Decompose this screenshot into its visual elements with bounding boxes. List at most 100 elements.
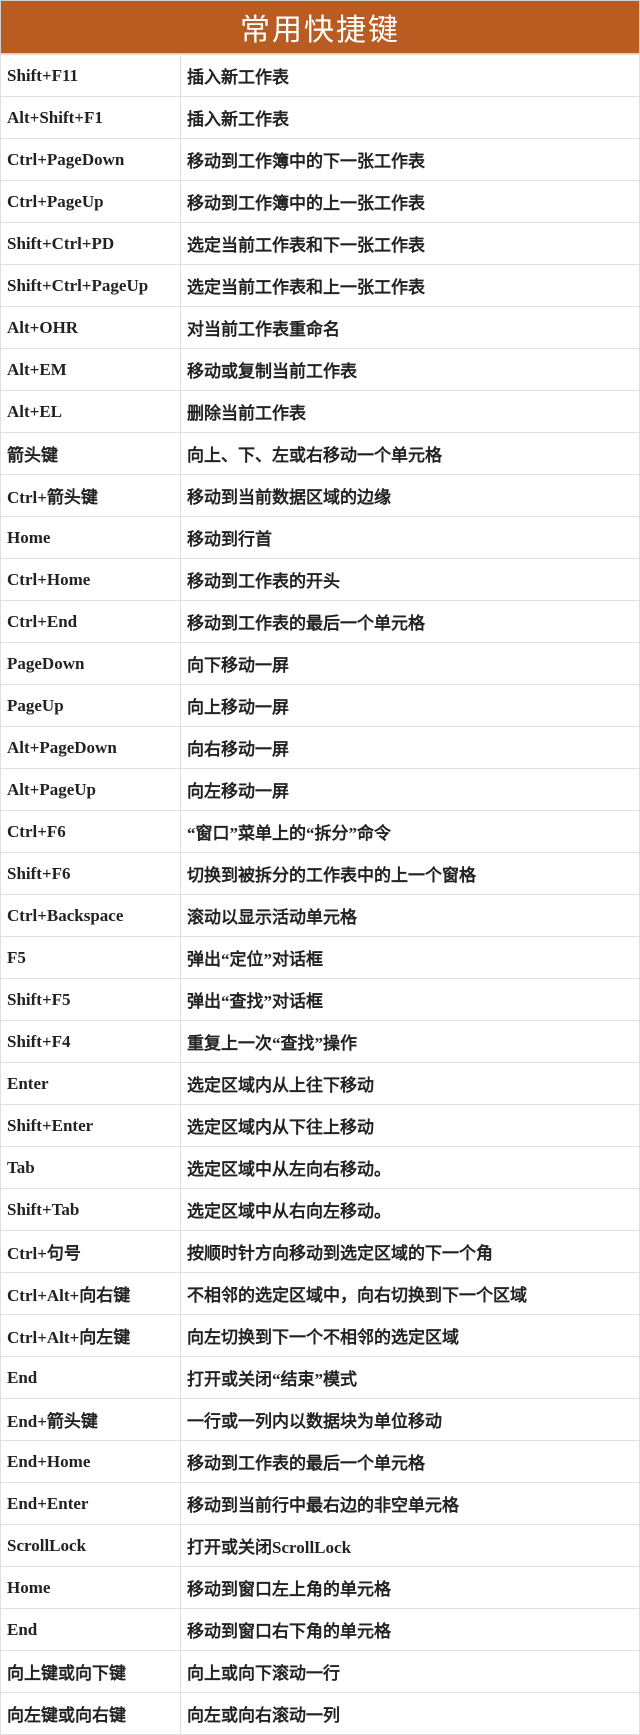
table-row: Ctrl+End移动到工作表的最后一个单元格 bbox=[1, 601, 640, 643]
shortcut-description: 移动到工作簿中的上一张工作表 bbox=[181, 181, 640, 223]
shortcut-description: 向左移动一屏 bbox=[181, 769, 640, 811]
table-row: 向上键或向下键向上或向下滚动一行 bbox=[1, 1651, 640, 1693]
shortcut-description: 移动到窗口右下角的单元格 bbox=[181, 1609, 640, 1651]
shortcut-key: Home bbox=[1, 1567, 181, 1609]
shortcut-description: 按顺时针方向移动到选定区域的下一个角 bbox=[181, 1231, 640, 1273]
shortcut-key: Shift+Enter bbox=[1, 1105, 181, 1147]
shortcut-description: 插入新工作表 bbox=[181, 97, 640, 139]
table-title: 常用快捷键 bbox=[0, 0, 640, 54]
shortcut-key: ScrollLock bbox=[1, 1525, 181, 1567]
shortcut-description: 向左或向右滚动一列 bbox=[181, 1693, 640, 1735]
shortcut-key: Ctrl+Alt+向左键 bbox=[1, 1315, 181, 1357]
shortcut-description: 向左切换到下一个不相邻的选定区域 bbox=[181, 1315, 640, 1357]
table-row: Ctrl+Home移动到工作表的开头 bbox=[1, 559, 640, 601]
table-row: End+Home移动到工作表的最后一个单元格 bbox=[1, 1441, 640, 1483]
shortcut-key: Shift+Ctrl+PD bbox=[1, 223, 181, 265]
table-row: 箭头键向上、下、左或右移动一个单元格 bbox=[1, 433, 640, 475]
table-row: F5弹出“定位”对话框 bbox=[1, 937, 640, 979]
shortcut-key: Ctrl+句号 bbox=[1, 1231, 181, 1273]
shortcut-description: 移动或复制当前工作表 bbox=[181, 349, 640, 391]
shortcut-description: 不相邻的选定区域中，向右切换到下一个区域 bbox=[181, 1273, 640, 1315]
shortcut-key: End bbox=[1, 1609, 181, 1651]
table-row: PageUp向上移动一屏 bbox=[1, 685, 640, 727]
table-row: End打开或关闭“结束”模式 bbox=[1, 1357, 640, 1399]
shortcut-description: 对当前工作表重命名 bbox=[181, 307, 640, 349]
shortcut-key: Alt+EL bbox=[1, 391, 181, 433]
table-row: Alt+Shift+F1插入新工作表 bbox=[1, 97, 640, 139]
table-row: Alt+PageUp向左移动一屏 bbox=[1, 769, 640, 811]
shortcut-description: 选定区域内从上往下移动 bbox=[181, 1063, 640, 1105]
shortcut-key: Ctrl+Alt+向右键 bbox=[1, 1273, 181, 1315]
shortcut-description: 插入新工作表 bbox=[181, 55, 640, 97]
shortcut-key: End bbox=[1, 1357, 181, 1399]
shortcut-description: 打开或关闭“结束”模式 bbox=[181, 1357, 640, 1399]
table-row: Enter选定区域内从上往下移动 bbox=[1, 1063, 640, 1105]
shortcut-description: 移动到当前数据区域的边缘 bbox=[181, 475, 640, 517]
shortcut-key: Shift+Tab bbox=[1, 1189, 181, 1231]
table-row: Shift+F4重复上一次“查找”操作 bbox=[1, 1021, 640, 1063]
shortcut-description: 向下移动一屏 bbox=[181, 643, 640, 685]
table-row: Shift+Ctrl+PD选定当前工作表和下一张工作表 bbox=[1, 223, 640, 265]
shortcut-description: 移动到工作表的开头 bbox=[181, 559, 640, 601]
shortcut-key: Enter bbox=[1, 1063, 181, 1105]
shortcut-description: 打开或关闭ScrollLock bbox=[181, 1525, 640, 1567]
shortcut-key: Alt+EM bbox=[1, 349, 181, 391]
shortcut-description: 移动到工作表的最后一个单元格 bbox=[181, 601, 640, 643]
table-row: Alt+OHR对当前工作表重命名 bbox=[1, 307, 640, 349]
shortcut-key: End+箭头键 bbox=[1, 1399, 181, 1441]
shortcut-table: Shift+F11插入新工作表Alt+Shift+F1插入新工作表Ctrl+Pa… bbox=[0, 54, 640, 1735]
shortcut-key: Ctrl+F6 bbox=[1, 811, 181, 853]
shortcut-key: Shift+F4 bbox=[1, 1021, 181, 1063]
shortcut-key: 向上键或向下键 bbox=[1, 1651, 181, 1693]
shortcut-key: Alt+Shift+F1 bbox=[1, 97, 181, 139]
table-row: 向左键或向右键向左或向右滚动一列 bbox=[1, 1693, 640, 1735]
shortcut-description: 滚动以显示活动单元格 bbox=[181, 895, 640, 937]
shortcut-key: End+Enter bbox=[1, 1483, 181, 1525]
table-row: Shift+F11插入新工作表 bbox=[1, 55, 640, 97]
shortcut-description: 删除当前工作表 bbox=[181, 391, 640, 433]
table-row: Ctrl+句号按顺时针方向移动到选定区域的下一个角 bbox=[1, 1231, 640, 1273]
shortcut-description: 移动到当前行中最右边的非空单元格 bbox=[181, 1483, 640, 1525]
shortcut-key: Ctrl+箭头键 bbox=[1, 475, 181, 517]
table-row: Alt+EL删除当前工作表 bbox=[1, 391, 640, 433]
table-row: Tab选定区域中从左向右移动。 bbox=[1, 1147, 640, 1189]
shortcut-key: 箭头键 bbox=[1, 433, 181, 475]
shortcut-description: 选定区域中从右向左移动。 bbox=[181, 1189, 640, 1231]
shortcut-description: “窗口”菜单上的“拆分”命令 bbox=[181, 811, 640, 853]
table-row: Shift+Enter选定区域内从下往上移动 bbox=[1, 1105, 640, 1147]
table-row: Shift+Ctrl+PageUp选定当前工作表和上一张工作表 bbox=[1, 265, 640, 307]
shortcut-key: 向左键或向右键 bbox=[1, 1693, 181, 1735]
shortcut-description: 移动到行首 bbox=[181, 517, 640, 559]
shortcut-description: 向上、下、左或右移动一个单元格 bbox=[181, 433, 640, 475]
shortcut-key: Shift+F11 bbox=[1, 55, 181, 97]
shortcut-key: PageUp bbox=[1, 685, 181, 727]
shortcut-key: Alt+PageUp bbox=[1, 769, 181, 811]
shortcut-key: End+Home bbox=[1, 1441, 181, 1483]
shortcut-key: Ctrl+PageUp bbox=[1, 181, 181, 223]
shortcut-key: PageDown bbox=[1, 643, 181, 685]
table-row: End移动到窗口右下角的单元格 bbox=[1, 1609, 640, 1651]
table-row: Home移动到窗口左上角的单元格 bbox=[1, 1567, 640, 1609]
shortcut-key: Tab bbox=[1, 1147, 181, 1189]
shortcut-description: 切换到被拆分的工作表中的上一个窗格 bbox=[181, 853, 640, 895]
shortcut-description: 弹出“定位”对话框 bbox=[181, 937, 640, 979]
table-row: Shift+Tab选定区域中从右向左移动。 bbox=[1, 1189, 640, 1231]
shortcut-description: 向上移动一屏 bbox=[181, 685, 640, 727]
shortcut-key: Ctrl+PageDown bbox=[1, 139, 181, 181]
shortcut-description: 向上或向下滚动一行 bbox=[181, 1651, 640, 1693]
table-row: ScrollLock打开或关闭ScrollLock bbox=[1, 1525, 640, 1567]
table-row: End+Enter移动到当前行中最右边的非空单元格 bbox=[1, 1483, 640, 1525]
table-row: End+箭头键一行或一列内以数据块为单位移动 bbox=[1, 1399, 640, 1441]
shortcut-key: Alt+PageDown bbox=[1, 727, 181, 769]
table-row: Ctrl+Alt+向右键不相邻的选定区域中，向右切换到下一个区域 bbox=[1, 1273, 640, 1315]
shortcut-description: 选定区域中从左向右移动。 bbox=[181, 1147, 640, 1189]
shortcut-key: Ctrl+Backspace bbox=[1, 895, 181, 937]
shortcut-description: 选定区域内从下往上移动 bbox=[181, 1105, 640, 1147]
table-row: PageDown向下移动一屏 bbox=[1, 643, 640, 685]
shortcut-key: Shift+Ctrl+PageUp bbox=[1, 265, 181, 307]
table-row: Home移动到行首 bbox=[1, 517, 640, 559]
table-row: Ctrl+Backspace滚动以显示活动单元格 bbox=[1, 895, 640, 937]
shortcut-description: 选定当前工作表和下一张工作表 bbox=[181, 223, 640, 265]
shortcut-key: Home bbox=[1, 517, 181, 559]
shortcut-key: Shift+F5 bbox=[1, 979, 181, 1021]
